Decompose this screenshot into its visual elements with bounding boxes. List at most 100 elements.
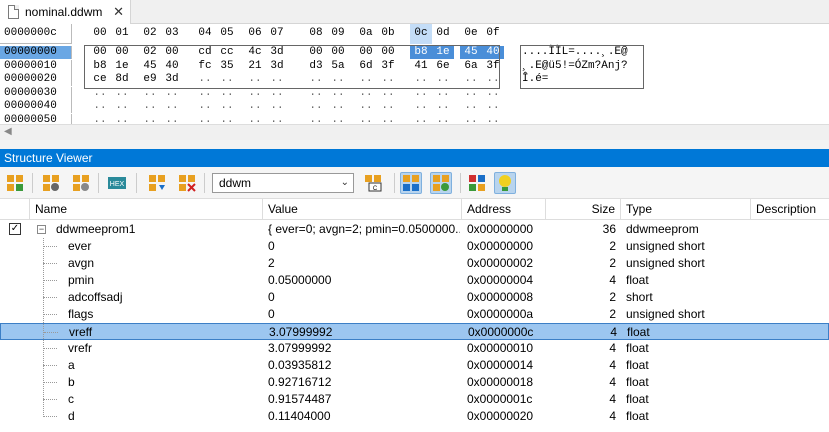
row-value: 0	[268, 239, 275, 253]
row-address: 0x00000004	[467, 273, 534, 287]
structure-row[interactable]: ever 0 0x00000000 2 unsigned short	[0, 238, 829, 255]
bind-structure-icon[interactable]	[4, 172, 26, 194]
hex-byte[interactable]: ..	[111, 100, 133, 113]
hex-byte[interactable]: ..	[216, 114, 238, 125]
hex-byte[interactable]: ..	[482, 114, 504, 125]
hex-byte[interactable]: ..	[266, 114, 288, 125]
scroll-left-icon[interactable]: ◀	[4, 126, 12, 137]
structure-viewer-title: Structure Viewer	[0, 149, 829, 167]
row-type: unsigned short	[626, 256, 705, 270]
hex-byte[interactable]: ..	[161, 100, 183, 113]
hex-byte[interactable]: ..	[410, 100, 432, 113]
hex-editor[interactable]: 0000000c 00 01 02 03 04 05 06 07 08 09 0a 0b 0c 0d 0e 0…	[0, 24, 829, 124]
hex-byte[interactable]: ..	[194, 100, 216, 113]
hex-byte[interactable]: ..	[111, 114, 133, 125]
hex-byte[interactable]: ..	[266, 100, 288, 113]
sync-structure-icon[interactable]	[400, 172, 422, 194]
hex-byte[interactable]: ..	[305, 114, 327, 125]
hex-byte[interactable]: ..	[89, 100, 111, 113]
structure-library-icon[interactable]	[466, 172, 488, 194]
tree-connector	[43, 280, 57, 281]
offset-header: 0000000c	[0, 24, 72, 44]
row-name: avgn	[68, 256, 95, 270]
hex-byte[interactable]: ..	[244, 100, 266, 113]
header-name[interactable]: Name	[30, 199, 263, 220]
hex-byte[interactable]: ..	[139, 100, 161, 113]
row-value: 0	[268, 290, 275, 304]
header-value[interactable]: Value	[263, 199, 462, 220]
hex-byte[interactable]: ..	[216, 100, 238, 113]
hex-byte[interactable]: ..	[305, 100, 327, 113]
row-size: 2	[609, 256, 616, 270]
hex-byte[interactable]: ..	[194, 114, 216, 125]
header-address[interactable]: Address	[462, 199, 546, 220]
pane-splitter[interactable]	[0, 140, 829, 149]
hex-byte[interactable]: ..	[460, 100, 482, 113]
structure-row[interactable]: c 0.91574487 0x0000001c 4 float	[0, 391, 829, 408]
header-size[interactable]: Size	[546, 199, 621, 220]
add-structure-icon[interactable]	[146, 172, 168, 194]
structure-row[interactable]: adcoffsadj 0 0x00000008 2 short	[0, 289, 829, 306]
header-description[interactable]: Description	[751, 199, 829, 220]
row-checkbox[interactable]: ✓	[9, 223, 21, 235]
link-structure-icon[interactable]	[40, 172, 62, 194]
hex-byte[interactable]: ..	[377, 114, 399, 125]
hex-byte[interactable]: ..	[410, 114, 432, 125]
row-address: 0x0000000a	[467, 307, 534, 321]
header-type[interactable]: Type	[621, 199, 751, 220]
horizontal-scrollbar[interactable]: ◀	[0, 124, 829, 140]
row-value: 0.11404000	[268, 409, 331, 423]
row-type: short	[626, 290, 653, 304]
hex-byte[interactable]: ..	[432, 100, 454, 113]
structure-row[interactable]: vrefr 3.07999992 0x00000010 4 float	[0, 340, 829, 357]
row-value: 0.92716712	[268, 375, 332, 389]
hex-byte[interactable]: ..	[355, 100, 377, 113]
hex-byte[interactable]: ..	[89, 114, 111, 125]
row-size: 4	[609, 358, 616, 372]
row-value: { ever=0; avgn=2; pmin=0.0500000...	[268, 222, 460, 236]
row-address: 0x00000000	[467, 222, 534, 236]
hex-byte[interactable]: ..	[139, 114, 161, 125]
structure-row[interactable]: vreff 3.07999992 0x0000000c 4 float	[0, 323, 829, 340]
structure-row[interactable]: flags 0 0x0000000a 2 unsigned short	[0, 306, 829, 323]
hex-row-offset: 00000020	[0, 73, 72, 86]
structure-highlight-box	[84, 45, 500, 89]
unlink-structure-icon[interactable]	[70, 172, 92, 194]
hex-column-header: 00	[93, 27, 107, 39]
row-type: unsigned short	[626, 307, 705, 321]
structure-row[interactable]: a 0.03935812 0x00000014 4 float	[0, 357, 829, 374]
delete-structure-icon[interactable]	[176, 172, 198, 194]
hex-byte[interactable]: ..	[432, 114, 454, 125]
row-size: 4	[609, 375, 616, 389]
hint-icon[interactable]	[494, 172, 516, 194]
structure-row[interactable]: d 0.11404000 0x00000020 4 float	[0, 408, 829, 425]
collapse-icon[interactable]: −	[37, 225, 46, 234]
structure-grid: Name Value Address Size Type Description…	[0, 199, 829, 432]
row-value: 0.91574487	[268, 392, 332, 406]
structure-row[interactable]: pmin 0.05000000 0x00000004 4 float	[0, 272, 829, 289]
structure-row[interactable]: b 0.92716712 0x00000018 4 float	[0, 374, 829, 391]
hex-byte[interactable]: ..	[460, 114, 482, 125]
tree-connector	[43, 246, 57, 247]
edit-structure-icon[interactable]: C	[362, 172, 384, 194]
hex-column-header: 05	[220, 27, 234, 39]
row-address: 0x00000010	[467, 341, 534, 355]
hex-byte[interactable]: ..	[377, 100, 399, 113]
hex-byte[interactable]: ..	[327, 100, 349, 113]
auto-bind-icon[interactable]	[430, 172, 452, 194]
hex-view-icon[interactable]: HEX	[106, 172, 128, 194]
hex-byte[interactable]: ..	[327, 114, 349, 125]
structure-row[interactable]: avgn 2 0x00000002 2 unsigned short	[0, 255, 829, 272]
file-tab[interactable]: nominal.ddwm ✕	[0, 0, 131, 24]
hex-byte[interactable]: ..	[482, 100, 504, 113]
hex-column-header: 06	[248, 27, 262, 39]
hex-row-offset: 00000040	[0, 100, 72, 113]
hex-byte[interactable]: ..	[244, 114, 266, 125]
hex-byte[interactable]: ..	[355, 114, 377, 125]
structure-row[interactable]: ✓ − ddwmeeprom1 { ever=0; avgn=2; pmin=0.05…	[0, 221, 829, 238]
hex-column-header: 04	[198, 27, 212, 39]
tab-bar: nominal.ddwm ✕	[0, 0, 829, 24]
structure-select[interactable]: ddwm ⌄	[212, 173, 354, 193]
hex-byte[interactable]: ..	[161, 114, 183, 125]
close-icon[interactable]: ✕	[113, 4, 124, 20]
